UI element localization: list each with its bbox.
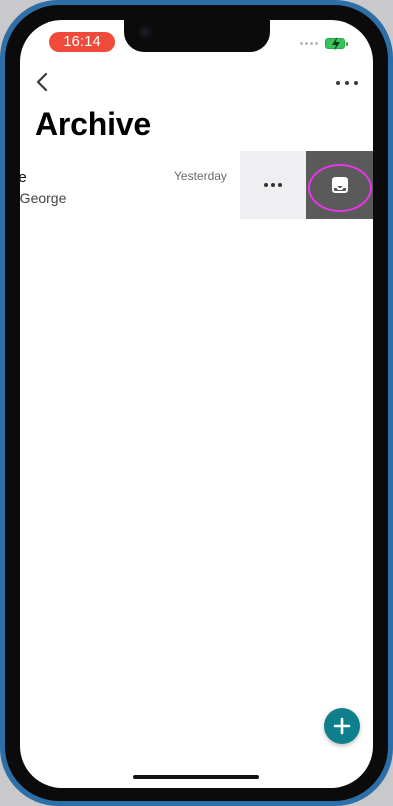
home-indicator[interactable] bbox=[133, 775, 259, 779]
swipe-more-button[interactable] bbox=[240, 151, 306, 219]
back-button[interactable] bbox=[30, 70, 54, 94]
inbox-icon bbox=[331, 177, 348, 193]
notch bbox=[124, 20, 270, 52]
list-item-subtitle: o George bbox=[20, 190, 67, 206]
list-item[interactable]: ne o George Yesterday bbox=[20, 151, 373, 219]
list-item-date: Yesterday bbox=[174, 169, 227, 183]
front-camera bbox=[138, 25, 152, 39]
battery-charging-icon bbox=[325, 37, 348, 51]
ellipsis-icon bbox=[336, 81, 340, 85]
more-options-button[interactable] bbox=[336, 78, 358, 88]
compose-fab-button[interactable] bbox=[324, 708, 360, 744]
plus-icon bbox=[333, 717, 351, 735]
swipe-unarchive-button[interactable] bbox=[306, 151, 373, 219]
chevron-left-icon bbox=[36, 73, 48, 91]
list-item-content[interactable]: ne o George Yesterday bbox=[20, 151, 240, 219]
app-screen: 16:14 Archive ne o George Yesterday bbox=[20, 20, 373, 788]
ellipsis-icon bbox=[264, 183, 282, 187]
status-time: 16:14 bbox=[49, 32, 115, 52]
list-item-title: ne bbox=[20, 169, 27, 186]
signal-dots-icon bbox=[300, 42, 318, 45]
page-title: Archive bbox=[35, 106, 151, 142]
